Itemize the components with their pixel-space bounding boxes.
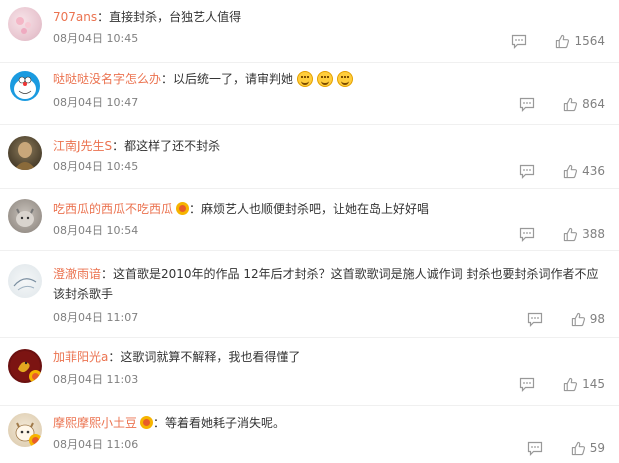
like-count: 1564 <box>574 34 605 48</box>
bird-sketch-icon <box>13 278 37 291</box>
username-link[interactable]: 江南J先生S <box>53 139 112 153</box>
like-count: 59 <box>589 441 605 455</box>
avatar[interactable] <box>8 199 42 233</box>
reply-icon[interactable] <box>519 163 535 179</box>
comment-text: ：麻烦艺人也顺便封杀吧，让她在岛上好好唱 <box>189 202 430 216</box>
comment-text: ：等着看她耗子消失呢。 <box>153 416 286 430</box>
comment-item: 澄澈雨谙：这首歌是2010年的作品 12年后才封杀？这首歌歌词是施人诚作词 封杀… <box>0 250 619 338</box>
reply-icon[interactable] <box>527 311 543 327</box>
timestamp: 08月04日 10:45 <box>53 160 139 173</box>
username-link[interactable]: 707ans <box>53 10 97 24</box>
avatar[interactable] <box>8 69 42 103</box>
comment-text-line: 707ans：直接封杀，台独艺人值得 <box>53 7 605 27</box>
thumbs-up-icon <box>563 377 578 391</box>
thumbs-up-icon <box>571 312 585 326</box>
cat-icon <box>16 208 34 227</box>
monk-icon <box>14 142 36 170</box>
avatar[interactable] <box>8 413 42 447</box>
comment-text-line: 加菲阳光a：这歌词就算不解释，我也看得懂了 <box>53 347 605 367</box>
pink-flower-icon <box>16 17 31 34</box>
avatar[interactable] <box>8 7 42 41</box>
comment-actions: 388 <box>519 226 605 242</box>
thumbs-up-icon <box>563 97 578 111</box>
reply-icon[interactable] <box>527 440 543 456</box>
like-button[interactable]: 59 <box>571 441 605 456</box>
reply-icon[interactable] <box>519 376 535 392</box>
comment-actions: 145 <box>519 376 605 392</box>
comment-item: 哒哒哒没名字怎么办：以后统一了，请审判她 08月04日 10:47 864 <box>0 62 619 125</box>
verified-badge-icon <box>29 370 42 383</box>
comment-text: ：都这样了还不封杀 <box>112 139 221 153</box>
comment-actions: 1564 <box>511 33 605 49</box>
comment-actions: 864 <box>519 96 605 112</box>
avatar[interactable] <box>8 349 42 383</box>
comment-actions: 98 <box>527 311 605 327</box>
reply-icon[interactable] <box>519 226 535 242</box>
reply-icon[interactable] <box>519 96 535 112</box>
vip-badge-icon <box>140 416 154 429</box>
vip-badge-icon <box>176 202 190 215</box>
comment-item: 707ans：直接封杀，台独艺人值得 08月04日 10:45 1564 <box>0 0 619 63</box>
username-link[interactable]: 吃西瓜的西瓜不吃西瓜 <box>53 202 173 216</box>
like-button[interactable]: 1564 <box>555 34 605 49</box>
avatar[interactable] <box>8 136 42 170</box>
comment-text: ：这歌词就算不解释，我也看得懂了 <box>108 350 301 364</box>
smile-emoji-icon <box>337 71 354 87</box>
timestamp: 08月04日 11:07 <box>53 311 139 324</box>
username-link[interactable]: 摩熙摩熙小土豆 <box>53 416 137 430</box>
username-link[interactable]: 澄澈雨谙 <box>53 267 101 281</box>
thumbs-up-icon <box>571 441 585 455</box>
like-count: 436 <box>582 164 605 178</box>
comment-actions: 59 <box>527 440 605 456</box>
comment-text: ：以后统一了，请审判她 <box>161 72 294 86</box>
timestamp: 08月04日 10:47 <box>53 96 139 109</box>
thumbs-up-icon <box>563 227 578 241</box>
verified-badge-icon <box>29 434 42 447</box>
like-button[interactable]: 145 <box>563 377 605 392</box>
username-link[interactable]: 加菲阳光a <box>53 350 108 364</box>
doraemon-icon <box>10 71 40 101</box>
comment-actions: 436 <box>519 163 605 179</box>
comment-item: 吃西瓜的西瓜不吃西瓜 ：麻烦艺人也顺便封杀吧，让她在岛上好好唱 08月04日 10… <box>0 188 619 251</box>
comment-item: 加菲阳光a：这歌词就算不解释，我也看得懂了 08月04日 11:03 145 <box>0 337 619 406</box>
like-button[interactable]: 864 <box>563 97 605 112</box>
comment-item: 摩熙摩熙小土豆 ：等着看她耗子消失呢。 08月04日 11:06 59 <box>0 405 619 463</box>
smile-emoji-icon <box>317 71 334 87</box>
comment-text: ：直接封杀，台独艺人值得 <box>97 10 242 24</box>
like-button[interactable]: 98 <box>571 312 605 327</box>
like-count: 864 <box>582 97 605 111</box>
comment-text-line: 吃西瓜的西瓜不吃西瓜 ：麻烦艺人也顺便封杀吧，让她在岛上好好唱 <box>53 199 605 219</box>
comment-text-line: 摩熙摩熙小土豆 ：等着看她耗子消失呢。 <box>53 413 605 433</box>
thumbs-up-icon <box>556 34 570 48</box>
avatar[interactable] <box>8 264 42 298</box>
reply-icon[interactable] <box>511 33 527 49</box>
like-count: 388 <box>582 227 605 241</box>
like-button[interactable]: 436 <box>563 164 605 179</box>
timestamp: 08月04日 10:54 <box>53 224 139 237</box>
comment-text-line: 江南J先生S：都这样了还不封杀 <box>53 136 605 156</box>
comment-item: 江南J先生S：都这样了还不封杀 08月04日 10:45 436 <box>0 124 619 189</box>
smile-emoji-icon <box>297 71 314 87</box>
timestamp: 08月04日 10:45 <box>53 32 139 45</box>
timestamp: 08月04日 11:03 <box>53 373 139 386</box>
like-button[interactable]: 388 <box>563 227 605 242</box>
comment-text: ：这首歌是2010年的作品 12年后才封杀？这首歌歌词是施人诚作词 封杀也要封杀… <box>53 267 599 301</box>
thumbs-up-icon <box>563 164 578 178</box>
comment-text-line: 澄澈雨谙：这首歌是2010年的作品 12年后才封杀？这首歌歌词是施人诚作词 封杀… <box>53 264 605 304</box>
comment-text-line: 哒哒哒没名字怎么办：以后统一了，请审判她 <box>53 69 605 89</box>
like-count: 98 <box>589 312 605 326</box>
timestamp: 08月04日 11:06 <box>53 438 139 451</box>
username-link[interactable]: 哒哒哒没名字怎么办 <box>53 72 161 86</box>
like-count: 145 <box>582 377 605 391</box>
